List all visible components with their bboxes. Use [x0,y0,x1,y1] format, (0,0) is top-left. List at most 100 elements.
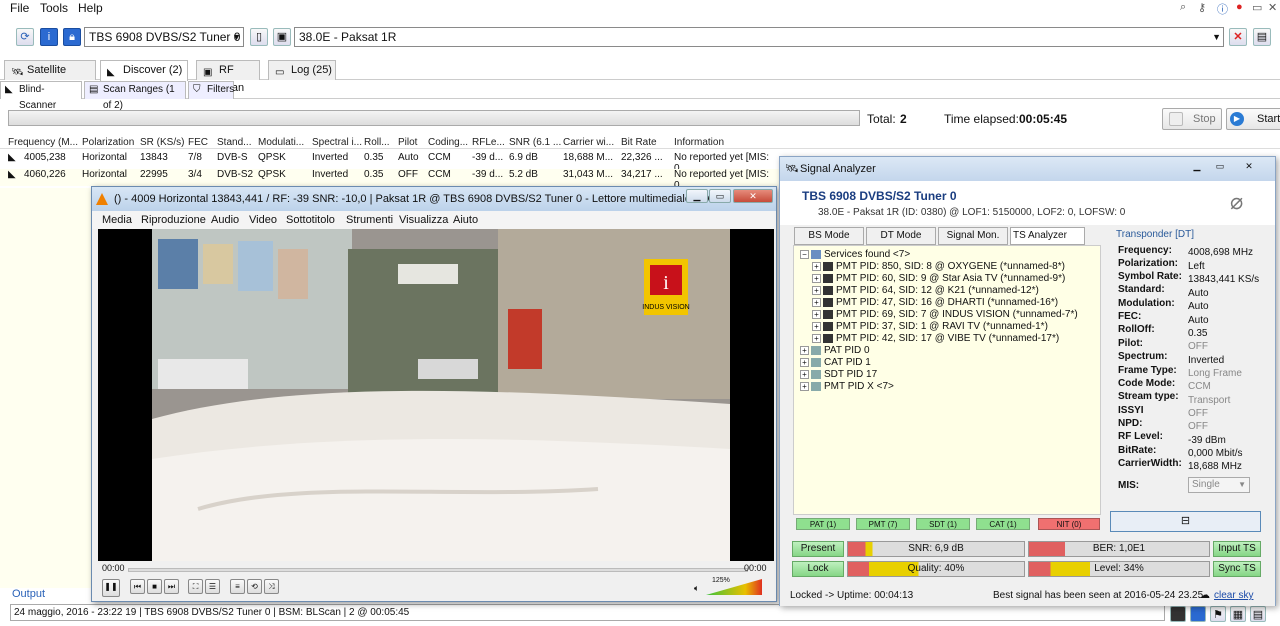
col-header[interactable]: Carrier wi... [563,137,614,148]
save-icon[interactable]: ▤ [1253,28,1271,46]
signal-analyzer-window: 🛰︎ Signal Analyzer ▁ ▭ ✕ TBS 6908 DVBS/S… [779,156,1276,606]
tree-node-service[interactable]: + PMT PID: 69, SID: 7 @ INDUS VISION (*un… [812,309,1078,320]
grid-icon[interactable]: ▦ [1230,606,1246,622]
key-icon[interactable]: ⚷ [1198,1,1206,14]
stop-icon[interactable]: ■ [147,579,162,594]
analyzer-action-button[interactable]: ⊟ [1110,511,1261,532]
tree-node-service[interactable]: + PMT PID: 64, SID: 12 @ K21 (*unnamed-12… [812,285,1039,296]
fullscreen-icon[interactable]: ⛶ [188,579,203,594]
tree-node-service[interactable]: + PMT PID: 42, SID: 17 @ VIBE TV (*unname… [812,333,1059,344]
tree-node-service[interactable]: + PMT PID: 850, SID: 8 @ OXYGENE (*unname… [812,261,1065,272]
vlc-title-bar[interactable]: () - 4009 Horizontal 13843,441 / RF: -39… [92,187,776,211]
col-header[interactable]: FEC [188,137,208,148]
vlc-menu-visualizza[interactable]: Visualizza [399,214,448,226]
col-header[interactable]: RFLe... [472,137,505,148]
tab-signal-mon[interactable]: Signal Mon. [938,227,1008,245]
tab-discover[interactable]: ◣ Discover (2) [100,60,188,81]
lock-icon[interactable]: 🔒︎ [63,28,81,46]
tuner-select[interactable]: TBS 6908 DVBS/S2 Tuner 0 ▼ [84,27,244,47]
tab-log[interactable]: ▭ Log (25) [268,60,336,80]
playlist-icon[interactable]: ≡ [230,579,245,594]
video-frame[interactable]: i INDUS VISION [98,229,774,561]
snr-bar: SNR: 6,9 dB [847,541,1025,557]
tab-bs-mode[interactable]: BS Mode [794,227,864,245]
stop-button[interactable]: Stop [1162,108,1222,130]
mis-select[interactable]: Single ▼ [1188,477,1250,493]
shuffle-icon[interactable]: ⤨ [264,579,279,594]
tab-satellite[interactable]: 🛰︎Satellite (38.0E) [4,60,96,94]
vlc-volume-slider[interactable] [706,579,762,595]
vlc-close-button[interactable]: ✕ [733,189,773,203]
equalizer-icon[interactable]: ☰ [205,579,220,594]
vlc-maximize-button[interactable]: ▭ [709,189,731,203]
tab-scan-ranges[interactable]: ▤ Scan Ranges (1 of 2) [84,81,186,111]
tree-node-sdt[interactable]: + SDT PID 17 [800,369,877,380]
info-icon[interactable]: ⓘ [1217,1,1228,17]
add-icon[interactable]: ▯ [250,28,268,46]
col-header[interactable]: Modulati... [258,137,304,148]
search-icon[interactable]: ⌕ [1180,1,1186,14]
minimize-icon[interactable]: ▭ [1252,1,1262,14]
export-icon[interactable]: ▤ [1250,606,1266,622]
clear-sky-link[interactable]: clear sky [1214,586,1253,606]
col-header[interactable]: Polarization [82,137,134,148]
vlc-menu-audio[interactable]: Audio [211,214,239,226]
record-icon[interactable]: ● [1236,1,1243,13]
tree-node-service[interactable]: + PMT PID: 60, SID: 9 @ Star Asia TV (*un… [812,273,1065,284]
tree-node-cat[interactable]: + CAT PID 1 [800,357,871,368]
image-icon[interactable]: ▣ [273,28,291,46]
flag-icon[interactable]: ⚑ [1210,606,1226,622]
next-icon[interactable]: ⏭ [164,579,179,594]
vlc-menu-strumenti[interactable]: Strumenti [346,214,393,226]
col-header[interactable]: Spectral i... [312,137,362,148]
tab-blind-scanner[interactable]: ◣ Blind-Scanner [0,81,82,111]
col-header[interactable]: Bit Rate [621,137,657,148]
analyzer-maximize-button[interactable]: ▭ [1209,160,1231,174]
col-header[interactable]: SNR (6.1 ... [509,137,561,148]
col-header[interactable]: Coding... [428,137,468,148]
col-header[interactable]: Information [674,137,724,148]
menu-tools[interactable]: Tools [40,1,68,15]
col-header[interactable]: Roll... [364,137,390,148]
analyzer-close-button[interactable]: ✕ [1238,160,1260,174]
tab-ts-analyzer[interactable]: TS Analyzer (OK [1010,227,1085,257]
list-icon[interactable] [1190,606,1206,622]
table-row[interactable]: ◣ 4060,226 Horizontal 22995 3/4 DVB-S2 Q… [0,169,780,191]
info-button-icon[interactable]: i [40,28,58,46]
prop-value: 18,688 MHz [1188,461,1242,472]
cancel-icon[interactable]: ✕ [1229,28,1247,46]
tree-node-service[interactable]: + PMT PID: 47, SID: 16 @ DHARTI (*unnamed… [812,297,1058,308]
satellite-select[interactable]: 38.0E - Paksat 1R ▼ [294,27,1224,47]
media-icon[interactable] [1170,606,1186,622]
speaker-icon[interactable]: 🔈︎ [694,583,699,594]
col-header[interactable]: Pilot [398,137,417,148]
menu-file[interactable]: File [10,1,29,15]
vlc-menu-sottotitolo[interactable]: Sottotitolo [286,214,335,226]
start-button[interactable]: ▶ Start [1226,108,1280,130]
cell-sr: 22995 [140,169,168,180]
table-row[interactable]: ◣ 4005,238 Horizontal 13843 7/8 DVB-S QP… [0,152,780,174]
vlc-seek-bar[interactable] [128,568,748,572]
col-header[interactable]: Stand... [217,137,251,148]
vlc-menu-aiuto[interactable]: Aiuto [453,214,478,226]
col-header[interactable]: Frequency (M... [8,137,78,148]
loop-icon[interactable]: ⟲ [247,579,262,594]
tree-node-services[interactable]: − Services found <7> [800,249,910,260]
refresh-icon[interactable]: ⟳ [16,28,34,46]
tree-node-pmt[interactable]: + PMT PID X <7> [800,381,894,392]
tree-node-pat[interactable]: + PAT PID 0 [800,345,870,356]
vlc-menu-media[interactable]: Media [102,214,132,226]
menu-help[interactable]: Help [78,1,103,15]
previous-icon[interactable]: ⏮ [130,579,145,594]
vlc-menu-video[interactable]: Video [249,214,277,226]
tab-rf-scan[interactable]: ▣RF Scan [196,60,260,94]
close-icon[interactable]: ✕ [1268,1,1277,14]
tab-filters[interactable]: ⛉ Filters [188,81,234,99]
col-header[interactable]: SR (KS/s) [140,137,184,148]
analyzer-minimize-button[interactable]: ▁ [1186,160,1208,174]
tree-node-service[interactable]: + PMT PID: 37, SID: 1 @ RAVI TV (*unnamed… [812,321,1048,332]
tab-dt-mode[interactable]: DT Mode [866,227,936,245]
vlc-menu-riproduzione[interactable]: Riproduzione [141,214,206,226]
vlc-minimize-button[interactable]: ▁ [686,189,708,203]
pause-icon[interactable]: ❚❚ [102,579,120,597]
